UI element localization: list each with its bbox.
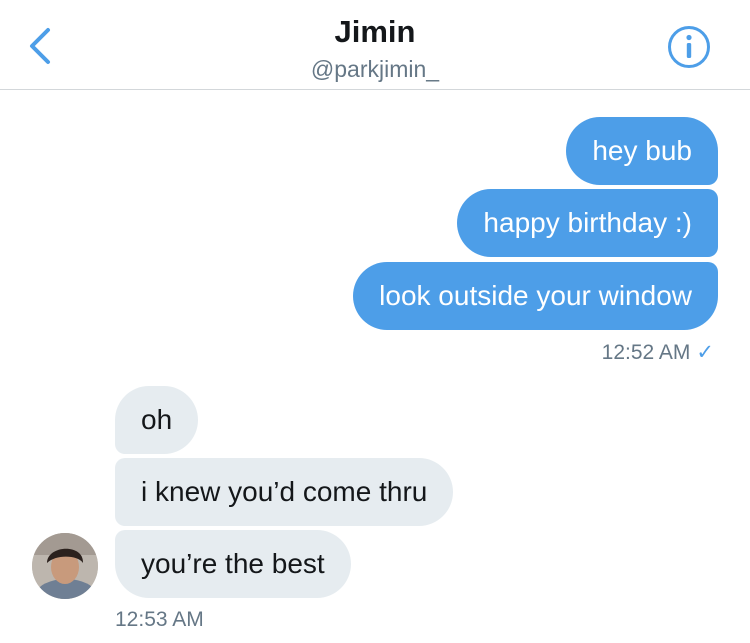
message-bubble-outgoing[interactable]: hey bub bbox=[566, 117, 718, 185]
info-circle-icon bbox=[668, 26, 710, 68]
message-bubble-incoming[interactable]: i knew you’d come thru bbox=[115, 458, 454, 526]
message-bubble-incoming[interactable]: you’re the best bbox=[115, 530, 351, 598]
avatar[interactable] bbox=[32, 533, 98, 599]
message-bubble-outgoing[interactable]: look outside your window bbox=[353, 262, 718, 330]
incoming-timestamp: 12:53 AM bbox=[115, 608, 204, 631]
message-bubble-outgoing[interactable]: happy birthday :) bbox=[457, 189, 718, 257]
info-button[interactable] bbox=[667, 25, 711, 69]
avatar-photo bbox=[32, 533, 98, 599]
conversation-handle: @parkjimin_ bbox=[310, 56, 440, 82]
conversation-title: Jimin bbox=[334, 14, 416, 49]
conversation-header: Jimin @parkjimin_ bbox=[0, 0, 750, 90]
outgoing-timestamp: 12:52 AM ✓ bbox=[602, 340, 714, 365]
header-divider bbox=[0, 89, 750, 90]
outgoing-time-label: 12:52 AM bbox=[601, 341, 691, 364]
check-icon: ✓ bbox=[696, 341, 714, 364]
message-bubble-incoming[interactable]: oh bbox=[115, 386, 199, 454]
